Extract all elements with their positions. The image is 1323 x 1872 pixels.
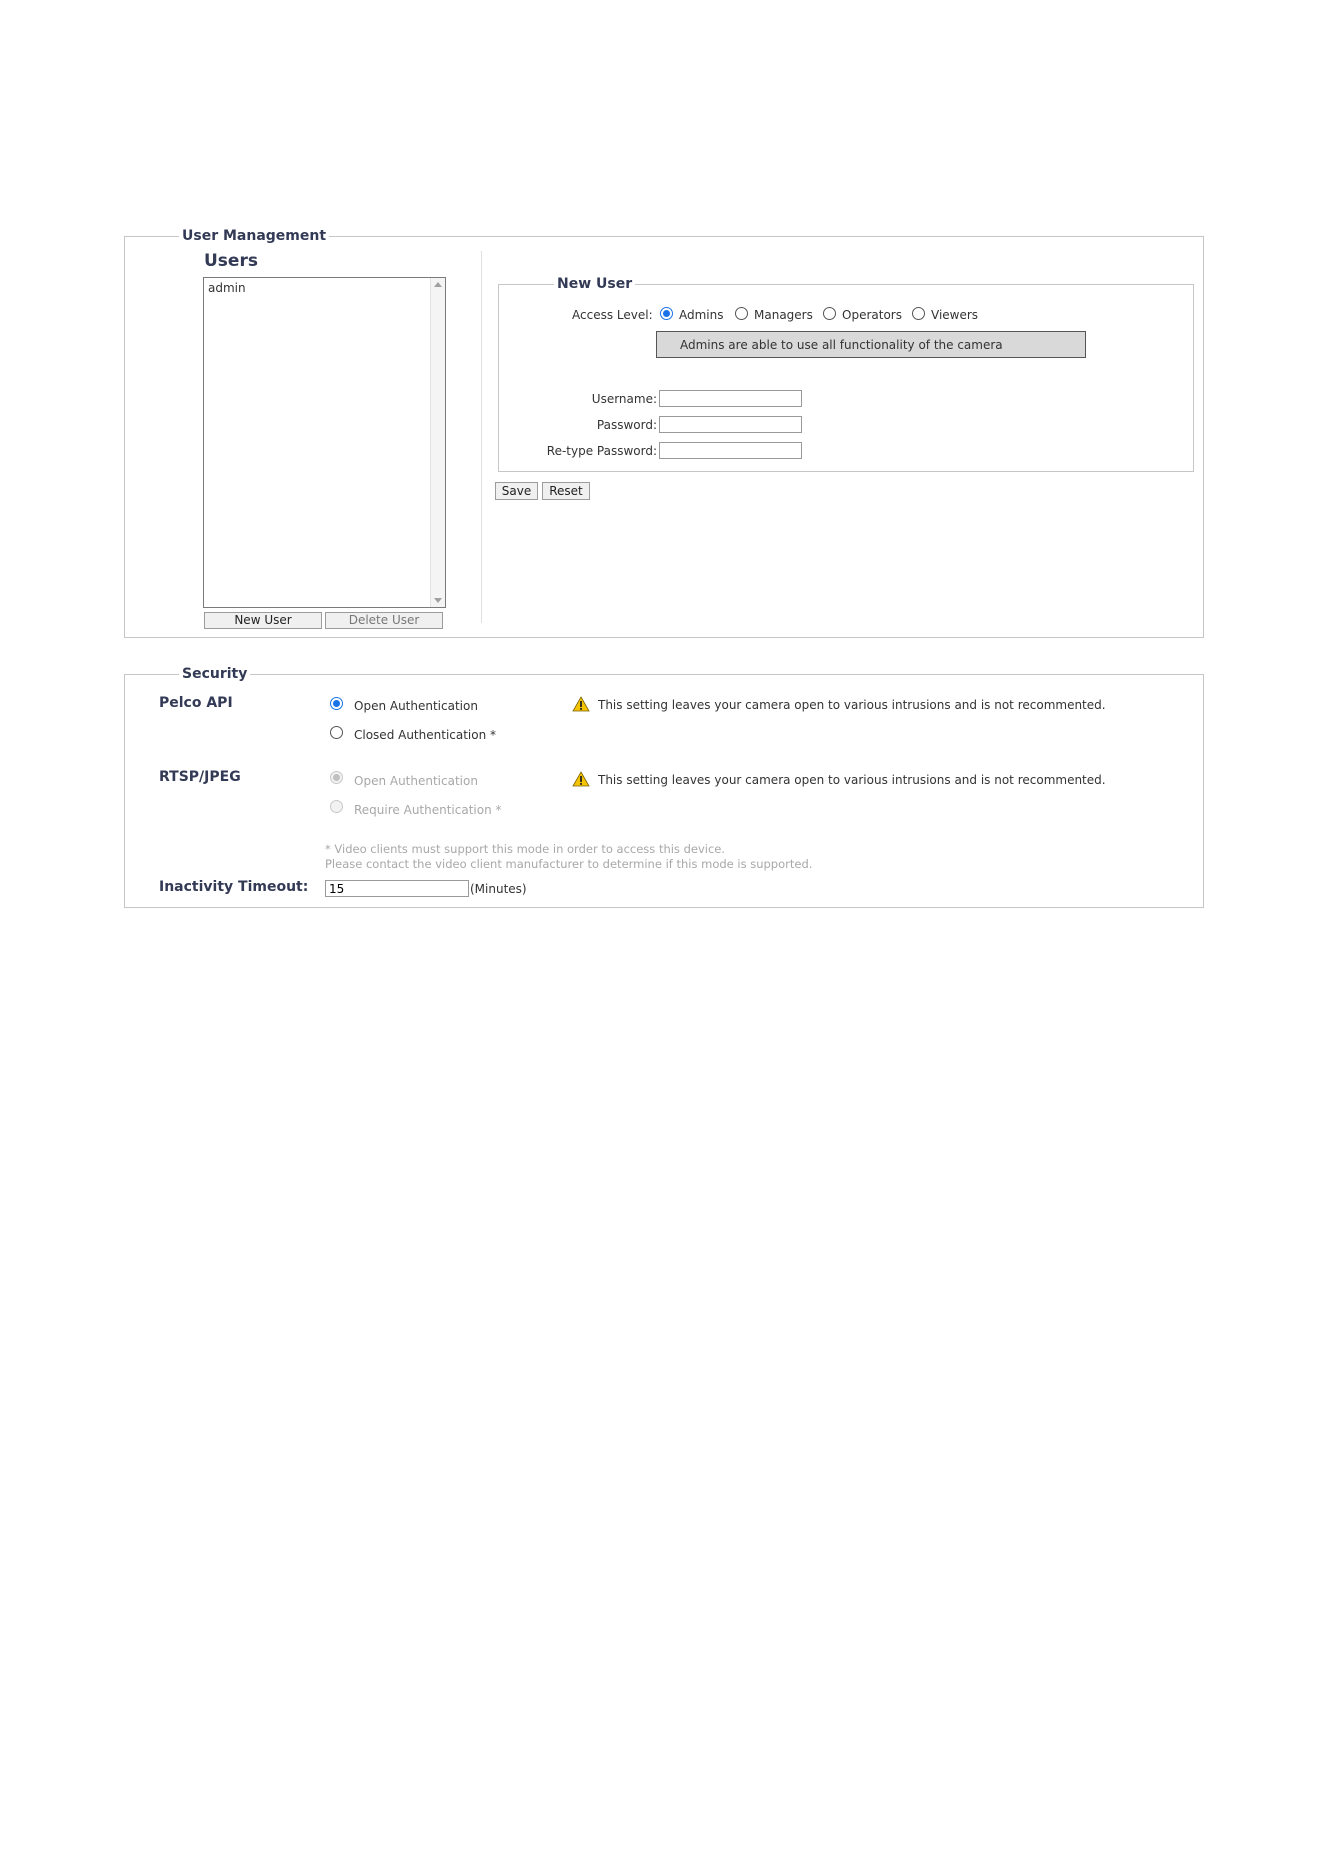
access-level-operators-label: Operators (842, 308, 902, 322)
save-button[interactable]: Save (495, 482, 538, 500)
users-listbox[interactable]: admin (203, 277, 446, 608)
access-level-description: Admins are able to use all functionality… (656, 331, 1086, 358)
access-level-admins-label: Admins (679, 308, 724, 322)
delete-user-button[interactable]: Delete User (325, 612, 443, 629)
rtsp-require-auth-radio (330, 800, 343, 813)
user-management-group: User Management Users admin New User Del… (124, 227, 1204, 638)
access-level-managers-label: Managers (754, 308, 813, 322)
access-level-label: Access Level: (572, 308, 653, 322)
rtsp-warning-text: This setting leaves your camera open to … (598, 773, 1106, 787)
security-group: Security Pelco API Open Authentication C… (124, 665, 1204, 908)
pelco-warning-text: This setting leaves your camera open to … (598, 698, 1106, 712)
access-level-managers-radio[interactable] (735, 307, 748, 320)
password-label: Password: (596, 418, 657, 432)
security-legend: Security (179, 665, 251, 683)
rtsp-open-auth-label: Open Authentication (354, 774, 478, 788)
access-level-operators-radio[interactable] (823, 307, 836, 320)
pelco-open-auth-radio[interactable] (330, 697, 343, 710)
inactivity-timeout-unit: (Minutes) (470, 882, 527, 896)
pelco-closed-auth-radio[interactable] (330, 726, 343, 739)
new-user-legend: New User (554, 275, 636, 293)
column-divider (481, 251, 482, 623)
scroll-down-icon[interactable] (434, 598, 442, 603)
footnote-line-2: Please contact the video client manufact… (325, 857, 813, 871)
rtsp-open-auth-radio (330, 771, 343, 784)
users-heading: Users (204, 251, 258, 271)
pelco-api-label: Pelco API (159, 695, 233, 711)
footnote-line-1: * Video clients must support this mode i… (325, 842, 726, 856)
users-list: admin (206, 280, 429, 296)
access-level-description-text: Admins are able to use all functionality… (680, 338, 1003, 352)
warning-icon (572, 771, 590, 787)
retype-password-input[interactable] (659, 442, 802, 459)
inactivity-timeout-label: Inactivity Timeout: (159, 879, 309, 895)
access-level-viewers-radio[interactable] (912, 307, 925, 320)
password-input[interactable] (659, 416, 802, 433)
pelco-open-auth-label: Open Authentication (354, 699, 478, 713)
rtsp-require-auth-label: Require Authentication * (354, 803, 502, 817)
access-level-viewers-label: Viewers (931, 308, 979, 322)
warning-icon (572, 696, 590, 712)
new-user-button[interactable]: New User (204, 612, 322, 629)
scroll-up-icon[interactable] (434, 282, 442, 287)
user-management-legend: User Management (179, 227, 330, 245)
username-label: Username: (591, 392, 657, 406)
listbox-scrollbar[interactable] (430, 278, 445, 607)
username-input[interactable] (659, 390, 802, 407)
retype-password-label: Re-type Password: (546, 444, 657, 458)
list-item-user[interactable]: admin (206, 280, 429, 296)
new-user-group: New User Access Level: Admins Managers O… (498, 275, 1194, 472)
access-level-admins-radio[interactable] (660, 307, 673, 320)
rtsp-jpeg-label: RTSP/JPEG (159, 769, 241, 785)
inactivity-timeout-input[interactable] (325, 880, 469, 897)
pelco-closed-auth-label: Closed Authentication * (354, 728, 497, 742)
reset-button[interactable]: Reset (542, 482, 590, 500)
